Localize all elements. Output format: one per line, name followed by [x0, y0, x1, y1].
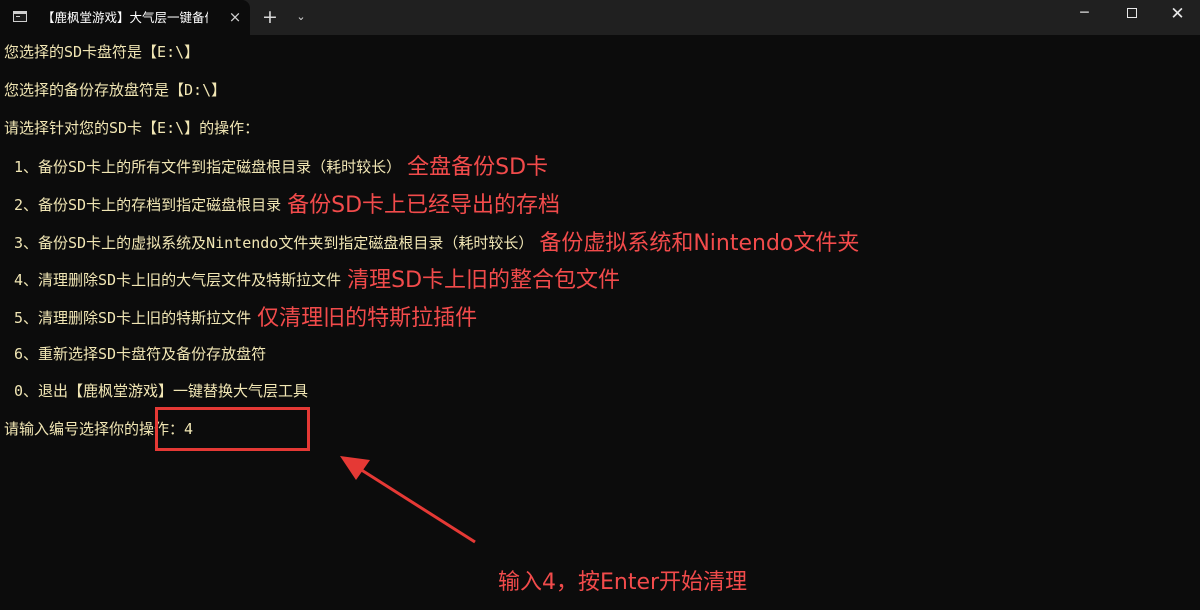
- chevron-down-icon[interactable]: ⌄: [291, 7, 311, 27]
- menu-option-5-text: 5、清理删除SD卡上旧的特斯拉文件: [14, 309, 252, 327]
- close-icon[interactable]: ✕: [1155, 0, 1200, 30]
- output-line-backup-drive: 您选择的备份存放盘符是【D:\】: [4, 81, 227, 99]
- terminal-icon: [13, 11, 27, 22]
- menu-option-4: 4、清理删除SD卡上旧的大气层文件及特斯拉文件 清理SD卡上旧的整合包文件: [14, 268, 620, 294]
- option-3-annotation: 备份虚拟系统和Nintendo文件夹: [539, 231, 860, 256]
- tab-active[interactable]: 【鹿枫堂游戏】大气层一键备份 ×: [0, 0, 250, 35]
- menu-option-3-text: 3、备份SD卡上的虚拟系统及Nintendo文件夹到指定磁盘根目录（耗时较长）: [14, 234, 534, 252]
- terminal-area[interactable]: 您选择的SD卡盘符是【E:\】 您选择的备份存放盘符是【D:\】 请选择针对您的…: [0, 35, 1200, 610]
- menu-option-1: 1、备份SD卡上的所有文件到指定磁盘根目录（耗时较长） 全盘备份SD卡: [14, 155, 548, 181]
- menu-option-3: 3、备份SD卡上的虚拟系统及Nintendo文件夹到指定磁盘根目录（耗时较长） 备…: [14, 231, 859, 257]
- output-line-choose-operation: 请选择针对您的SD卡【E:\】的操作：: [4, 119, 260, 137]
- menu-option-5: 5、清理删除SD卡上旧的特斯拉文件 仅清理旧的特斯拉插件: [14, 306, 477, 332]
- tab-title: 【鹿枫堂游戏】大气层一键备份: [42, 11, 208, 25]
- input-highlight-box: [155, 407, 310, 451]
- option-1-annotation: 全盘备份SD卡: [407, 155, 549, 180]
- new-tab-plus-icon[interactable]: +: [259, 6, 281, 28]
- instruction-caption: 输入4，按Enter开始清理: [498, 570, 748, 595]
- menu-option-6: 6、重新选择SD卡盘符及备份存放盘符: [14, 345, 267, 363]
- maximize-icon[interactable]: [1110, 0, 1155, 30]
- tab-close-icon[interactable]: ×: [226, 8, 244, 26]
- annotation-arrow-icon: [340, 456, 476, 544]
- menu-option-2: 2、备份SD卡上的存档到指定磁盘根目录 备份SD卡上已经导出的存档: [14, 193, 560, 219]
- minimize-icon[interactable]: ─: [1062, 0, 1107, 30]
- output-line-sd-drive: 您选择的SD卡盘符是【E:\】: [4, 43, 200, 61]
- option-2-annotation: 备份SD卡上已经导出的存档: [287, 193, 561, 218]
- option-5-annotation: 仅清理旧的特斯拉插件: [257, 306, 478, 331]
- option-4-annotation: 清理SD卡上旧的整合包文件: [347, 268, 621, 293]
- menu-option-1-text: 1、备份SD卡上的所有文件到指定磁盘根目录（耗时较长）: [14, 158, 402, 176]
- title-bar: 【鹿枫堂游戏】大气层一键备份 × + ⌄ ─ ✕: [0, 0, 1200, 35]
- menu-option-4-text: 4、清理删除SD卡上旧的大气层文件及特斯拉文件: [14, 271, 342, 289]
- menu-option-2-text: 2、备份SD卡上的存档到指定磁盘根目录: [14, 196, 282, 214]
- menu-option-0: 0、退出【鹿枫堂游戏】一键替换大气层工具: [14, 382, 309, 400]
